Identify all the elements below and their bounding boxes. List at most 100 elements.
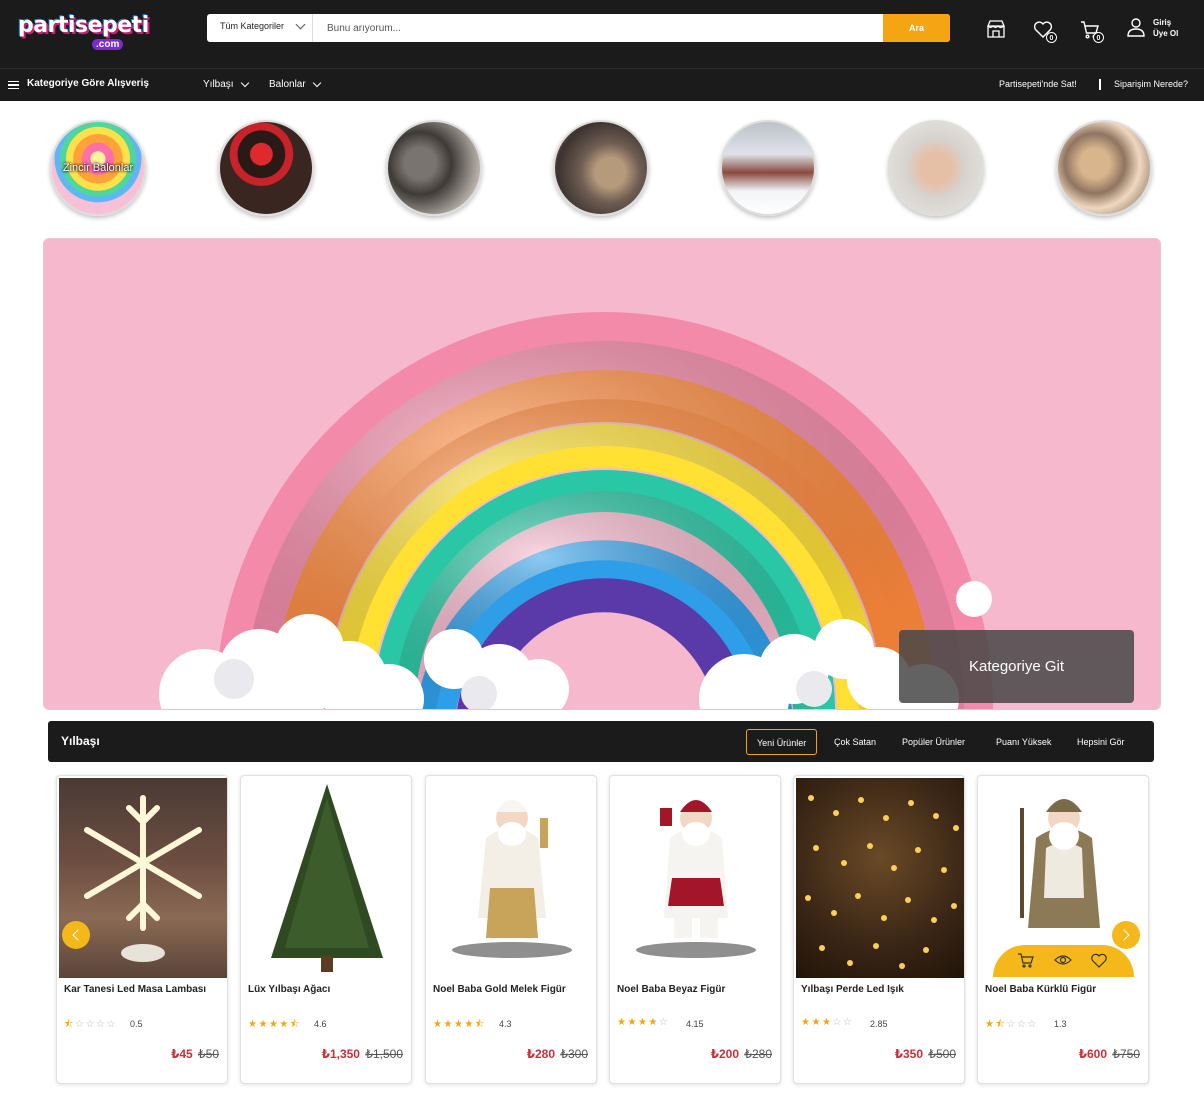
star-icon: ★ bbox=[268, 1019, 280, 1030]
register-link[interactable]: Üye Ol bbox=[1153, 29, 1178, 38]
cart-icon bbox=[1018, 953, 1034, 968]
current-price: ₺200 bbox=[710, 1047, 739, 1061]
category-gifts[interactable] bbox=[218, 120, 314, 216]
product-image[interactable] bbox=[59, 778, 227, 978]
tab-popular[interactable]: Popüler Ürünler bbox=[892, 729, 975, 755]
snowflake-lamp-image bbox=[84, 795, 202, 962]
product-image[interactable] bbox=[796, 778, 964, 978]
chevron-down-icon bbox=[295, 19, 306, 30]
christmas-tree-image bbox=[271, 784, 383, 972]
product-name[interactable]: Lüx Yılbaşı Ağacı bbox=[248, 984, 408, 996]
logo-domain: .com bbox=[92, 39, 124, 50]
product-price: ₺45 ₺50 bbox=[171, 1047, 219, 1061]
product-name[interactable]: Noel Baba Kürklü Figür bbox=[985, 984, 1145, 996]
rating-stars: ★★★★⯪ bbox=[433, 1017, 486, 1034]
product-name[interactable]: Yılbaşı Perde Led Işık bbox=[801, 984, 961, 996]
chevron-down-icon bbox=[312, 78, 321, 88]
hero-banner[interactable]: Kategoriye Git bbox=[43, 238, 1161, 710]
category-zincir-balonlar[interactable]: Zincir Balonlar bbox=[50, 120, 146, 216]
rating-value: 4.3 bbox=[499, 1019, 512, 1029]
carousel-prev-button[interactable] bbox=[62, 921, 90, 949]
product-card[interactable]: Noel Baba Gold Melek Figür ★★★★⯪ 4.3 ₺28… bbox=[425, 775, 597, 1084]
star-icon: ★ bbox=[443, 1019, 454, 1030]
rating-value: 2.85 bbox=[870, 1019, 888, 1029]
product-image[interactable] bbox=[428, 778, 596, 978]
divider bbox=[1099, 79, 1101, 90]
product-card[interactable]: Lüx Yılbaşı Ağacı ★★★★⯪ 4.6 ₺1,350 ₺1,50… bbox=[240, 775, 412, 1084]
category-number-balloons[interactable] bbox=[1056, 120, 1152, 216]
add-to-cart-button[interactable] bbox=[1017, 951, 1035, 969]
menu-icon bbox=[8, 81, 19, 89]
rating-value: 0.5 bbox=[130, 1019, 143, 1029]
tab-top-rated[interactable]: Puanı Yüksek bbox=[986, 729, 1061, 755]
cart-button[interactable]: 0 bbox=[1079, 18, 1104, 43]
tab-best-sellers[interactable]: Çok Satan bbox=[824, 729, 886, 755]
order-tracking-link[interactable]: Siparişim Nerede? bbox=[1114, 79, 1188, 89]
search-bar: Tüm Kategoriler Ara bbox=[207, 14, 950, 42]
product-image[interactable] bbox=[612, 778, 780, 978]
favorites-count-badge: 0 bbox=[1046, 32, 1057, 43]
rating-value: 4.15 bbox=[686, 1019, 704, 1029]
site-logo[interactable]: partisepeti .com bbox=[18, 11, 149, 53]
santa-gold-figure-image bbox=[452, 800, 572, 958]
search-input[interactable] bbox=[314, 14, 884, 42]
old-price: ₺300 bbox=[560, 1047, 588, 1061]
current-price: ₺45 bbox=[170, 1047, 193, 1061]
star-icon: ★ bbox=[433, 1019, 444, 1030]
product-name[interactable]: Kar Tanesi Led Masa Lambası bbox=[64, 984, 224, 996]
tab-new-products[interactable]: Yeni Ürünler bbox=[746, 729, 818, 755]
product-card[interactable]: Noel Baba Beyaz Figür ★★★★☆ 4.15 ₺200 ₺2… bbox=[609, 775, 781, 1084]
product-price: ₺350 ₺500 bbox=[895, 1047, 956, 1061]
rating-value: 1.3 bbox=[1054, 1019, 1067, 1029]
star-icon: ★ bbox=[627, 1017, 638, 1028]
rating-stars: ★⯪☆☆☆ bbox=[985, 1017, 1038, 1034]
nav-link-balonlar[interactable]: Balonlar bbox=[269, 78, 321, 90]
rating-stars: ⯪☆☆☆☆ bbox=[64, 1017, 117, 1034]
star-icon: ★ bbox=[464, 1019, 475, 1030]
tab-see-all[interactable]: Hepsini Gör bbox=[1067, 729, 1135, 755]
star-icon: ⯪ bbox=[64, 1019, 75, 1030]
category-halloween[interactable] bbox=[386, 120, 482, 216]
star-icon: ☆ bbox=[1006, 1019, 1017, 1030]
category-menu-button[interactable]: Kategoriye Göre Alışveriş bbox=[8, 78, 149, 89]
add-to-favorites-button[interactable] bbox=[1090, 951, 1108, 969]
search-category-label: Tüm Kategoriler bbox=[220, 21, 285, 31]
store-icon[interactable] bbox=[985, 18, 1007, 40]
star-icon: ☆ bbox=[842, 1017, 854, 1028]
favorites-button[interactable]: 0 bbox=[1032, 18, 1057, 43]
current-price: ₺350 bbox=[894, 1047, 923, 1061]
search-category-select[interactable]: Tüm Kategoriler bbox=[207, 14, 313, 42]
rating-stars: ★★★★☆ bbox=[617, 1017, 669, 1028]
star-icon: ☆ bbox=[95, 1019, 107, 1030]
sell-link[interactable]: Partisepeti'nde Sat! bbox=[999, 79, 1077, 89]
product-name[interactable]: Noel Baba Gold Melek Figür bbox=[433, 984, 593, 996]
santa-white-figure-image bbox=[636, 800, 756, 958]
product-image[interactable] bbox=[243, 778, 411, 978]
star-icon: ★ bbox=[811, 1017, 822, 1028]
category-costumes[interactable] bbox=[720, 120, 816, 216]
user-icon bbox=[1127, 18, 1145, 37]
rating-stars: ★★★☆☆ bbox=[801, 1017, 853, 1028]
login-link[interactable]: Giriş bbox=[1153, 18, 1171, 27]
nav-link-yilbasi[interactable]: Yılbaşı bbox=[203, 78, 249, 90]
star-icon: ★ bbox=[801, 1017, 812, 1028]
star-icon: ☆ bbox=[1027, 1019, 1038, 1030]
quick-view-button[interactable] bbox=[1054, 951, 1072, 969]
star-icon: ☆ bbox=[1016, 1019, 1028, 1030]
category-menu-label: Kategoriye Göre Alışveriş bbox=[27, 78, 149, 89]
product-name[interactable]: Noel Baba Beyaz Figür bbox=[617, 984, 777, 996]
eye-icon bbox=[1054, 955, 1072, 965]
search-button[interactable]: Ara bbox=[883, 14, 950, 42]
star-icon: ☆ bbox=[106, 1019, 117, 1030]
product-card[interactable]: Yılbaşı Perde Led Işık ★★★☆☆ 2.85 ₺350 ₺… bbox=[793, 775, 965, 1084]
category-letter-balloons[interactable] bbox=[888, 120, 984, 216]
go-to-category-button[interactable]: Kategoriye Git bbox=[899, 630, 1134, 703]
star-icon: ⯪ bbox=[289, 1019, 301, 1030]
main-nav: Kategoriye Göre Alışveriş Yılbaşı Balonl… bbox=[0, 68, 1204, 101]
account-button[interactable]: Giriş Üye Ol bbox=[1125, 16, 1195, 42]
star-icon: ★ bbox=[279, 1019, 290, 1030]
category-ornaments[interactable] bbox=[553, 120, 649, 216]
current-price: ₺1,350 bbox=[321, 1047, 360, 1061]
current-price: ₺600 bbox=[1078, 1047, 1107, 1061]
carousel-next-button[interactable] bbox=[1112, 921, 1140, 949]
